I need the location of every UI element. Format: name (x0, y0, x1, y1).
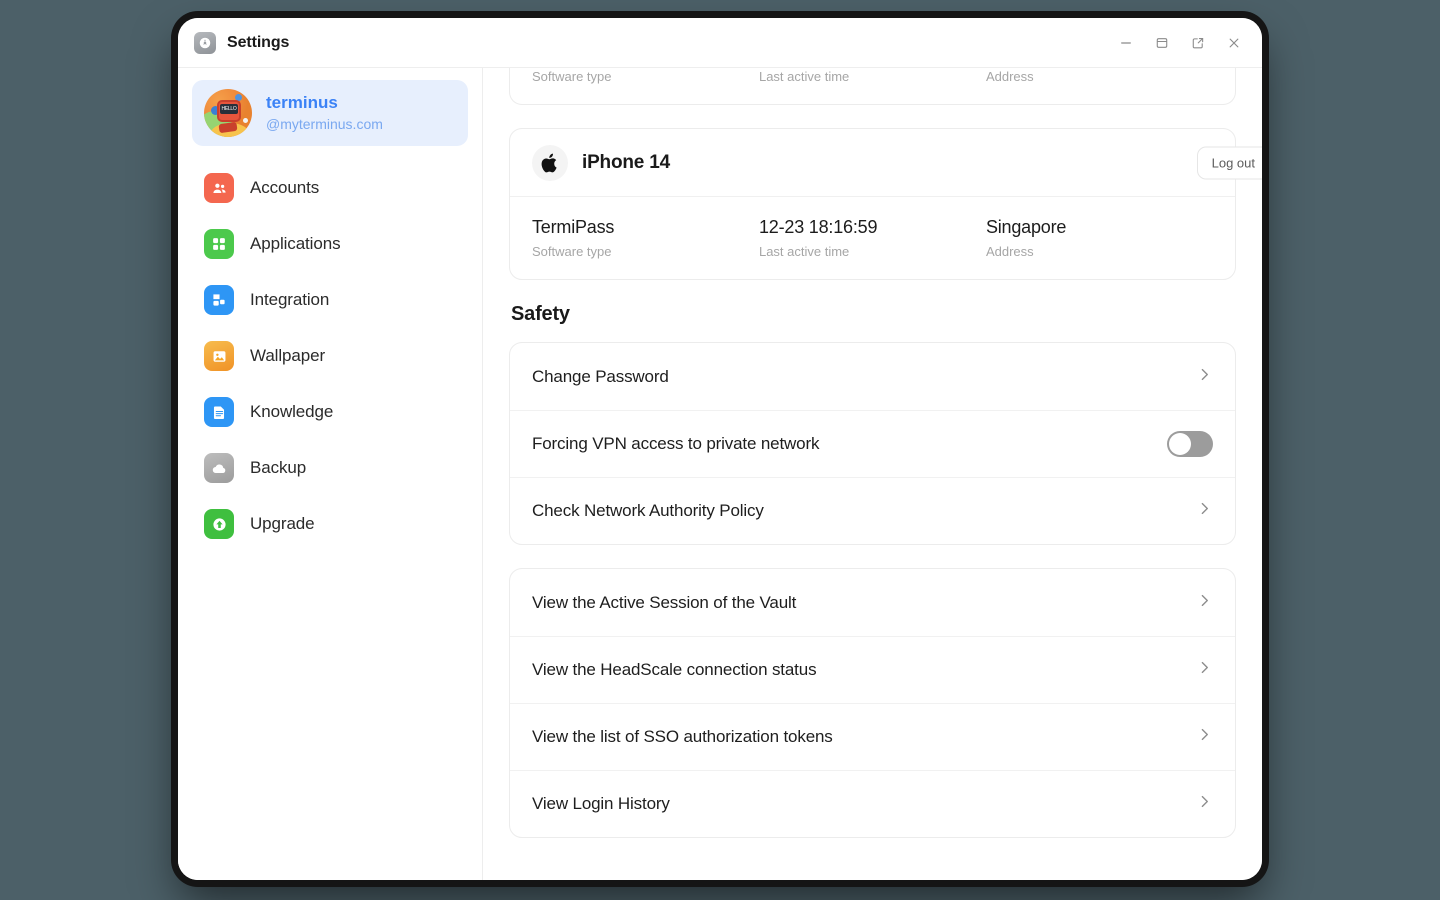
applications-icon (204, 229, 234, 259)
device-lastactive-label: Last active time (758, 69, 850, 85)
safety-card: Change Password Forcing VPN access to pr… (509, 342, 1236, 546)
row-change-password[interactable]: Change Password (510, 343, 1235, 410)
sidebar-item-label: Wallpaper (250, 346, 326, 365)
knowledge-icon (204, 397, 234, 427)
sidebar-item-label: Integration (250, 290, 330, 309)
minimize-icon[interactable] (1112, 29, 1140, 57)
sidebar-nav: Accounts Applications Integration Wallpa… (192, 160, 468, 552)
sidebar-item-knowledge[interactable]: Knowledge (192, 384, 468, 440)
sidebar-account-card[interactable]: HELLO terminus @myterminus.com (192, 80, 468, 146)
row-right (1196, 793, 1213, 815)
chevron-right-icon (1196, 659, 1213, 681)
close-icon[interactable] (1220, 29, 1248, 57)
restore-window-icon[interactable] (1148, 29, 1176, 57)
sidebar: HELLO terminus @myterminus.com Accounts … (178, 68, 483, 880)
sidebar-item-label: Backup (250, 458, 307, 477)
sidebar-item-backup[interactable]: Backup (192, 440, 468, 496)
safety-section-title: Safety (511, 303, 570, 326)
chevron-right-icon (1196, 592, 1213, 614)
device-software-label: Software type (532, 244, 612, 260)
sidebar-item-accounts[interactable]: Accounts (192, 160, 468, 216)
window-controls (1112, 29, 1248, 57)
desktop-background: Settings HELLO terminus @myterminus.com … (0, 0, 1440, 900)
main-content: Browser plug-in Software type 12-23 18:1… (483, 68, 1262, 880)
window-body: HELLO terminus @myterminus.com Accounts … (178, 68, 1262, 880)
device-address-label: Address (985, 244, 1034, 260)
row-label: View Login History (532, 794, 670, 814)
account-handle: @myterminus.com (266, 115, 383, 132)
settings-window: Settings HELLO terminus @myterminus.com … (178, 18, 1262, 880)
chevron-right-icon (1196, 793, 1213, 815)
device-software-type: Browser plug-in Software type (532, 68, 759, 86)
device-details: TermiPass Software type 12-23 18:16:59 L… (510, 197, 1235, 279)
user-avatar: HELLO (204, 89, 252, 137)
account-name: terminus (266, 93, 338, 113)
chevron-right-icon (1196, 366, 1213, 388)
device-card-header: iPhone 14 Log out (510, 129, 1262, 198)
views-card: View the Active Session of the Vault Vie… (509, 568, 1236, 839)
device-software-type: TermiPass Software type (532, 215, 759, 261)
device-lastactive-value: 12-23 18:16:59 (758, 217, 878, 238)
row-label: View the list of SSO authorization token… (532, 727, 833, 747)
backup-cloud-icon (204, 453, 234, 483)
row-right (1167, 431, 1213, 458)
device-last-active: 12-23 18:16:59 Last active time (759, 215, 986, 261)
row-right (1196, 726, 1213, 748)
device-address: Singapore Address (986, 215, 1213, 261)
sidebar-item-label: Knowledge (250, 402, 334, 421)
row-view-active-session[interactable]: View the Active Session of the Vault (510, 569, 1235, 636)
row-check-network-authority-policy[interactable]: Check Network Authority Policy (510, 477, 1235, 544)
device-software-value: TermiPass (532, 217, 615, 238)
row-right (1196, 500, 1213, 522)
sidebar-item-upgrade[interactable]: Upgrade (192, 496, 468, 552)
row-right (1196, 366, 1213, 388)
row-label: View the Active Session of the Vault (532, 592, 797, 612)
sidebar-item-label: Accounts (250, 178, 320, 197)
chevron-right-icon (1196, 500, 1213, 522)
app-title: Settings (227, 33, 290, 51)
row-right (1196, 592, 1213, 614)
external-link-icon[interactable] (1184, 29, 1212, 57)
sidebar-item-wallpaper[interactable]: Wallpaper (192, 328, 468, 384)
sidebar-item-label: Applications (250, 234, 341, 253)
row-view-headscale-status[interactable]: View the HeadScale connection status (510, 636, 1235, 703)
account-meta: terminus @myterminus.com (266, 92, 456, 134)
row-view-sso-tokens[interactable]: View the list of SSO authorization token… (510, 703, 1235, 770)
logout-button[interactable]: Log out (1196, 146, 1262, 180)
device-card: iPhone 14 Log out TermiPass Software typ… (509, 128, 1262, 281)
row-label: Check Network Authority Policy (532, 501, 764, 521)
sidebar-item-label: Upgrade (250, 514, 315, 533)
row-label: Change Password (532, 366, 669, 386)
avatar-screen-text: HELLO (220, 104, 238, 114)
row-view-login-history[interactable]: View Login History (510, 770, 1235, 837)
row-forcing-vpn[interactable]: Forcing VPN access to private network (510, 410, 1235, 477)
device-last-active: 12-23 18:16:59 Last active time (759, 68, 986, 86)
sidebar-item-applications[interactable]: Applications (192, 216, 468, 272)
row-right (1196, 659, 1213, 681)
wallpaper-icon (204, 341, 234, 371)
device-name: iPhone 14 (582, 152, 670, 174)
row-label: Forcing VPN access to private network (532, 434, 820, 454)
apple-logo-icon (532, 145, 568, 182)
upgrade-icon (204, 509, 234, 539)
vpn-toggle[interactable] (1167, 431, 1213, 458)
chevron-right-icon (1196, 726, 1213, 748)
device-address-value: Singapore (985, 217, 1067, 238)
device-address-label: Address (985, 69, 1034, 85)
device-card: Browser plug-in Software type 12-23 18:1… (509, 68, 1236, 106)
integration-icon (204, 285, 234, 315)
window-titlebar: Settings (178, 18, 1262, 68)
titlebar-left: Settings (194, 31, 290, 54)
settings-gear-icon (194, 31, 216, 54)
device-address: Singapore Address (986, 68, 1213, 86)
device-details: Browser plug-in Software type 12-23 18:1… (510, 68, 1235, 104)
device-software-label: Software type (532, 69, 612, 85)
sidebar-item-integration[interactable]: Integration (192, 272, 468, 328)
row-label: View the HeadScale connection status (532, 660, 817, 680)
device-lastactive-label: Last active time (758, 244, 850, 260)
accounts-icon (204, 173, 234, 203)
